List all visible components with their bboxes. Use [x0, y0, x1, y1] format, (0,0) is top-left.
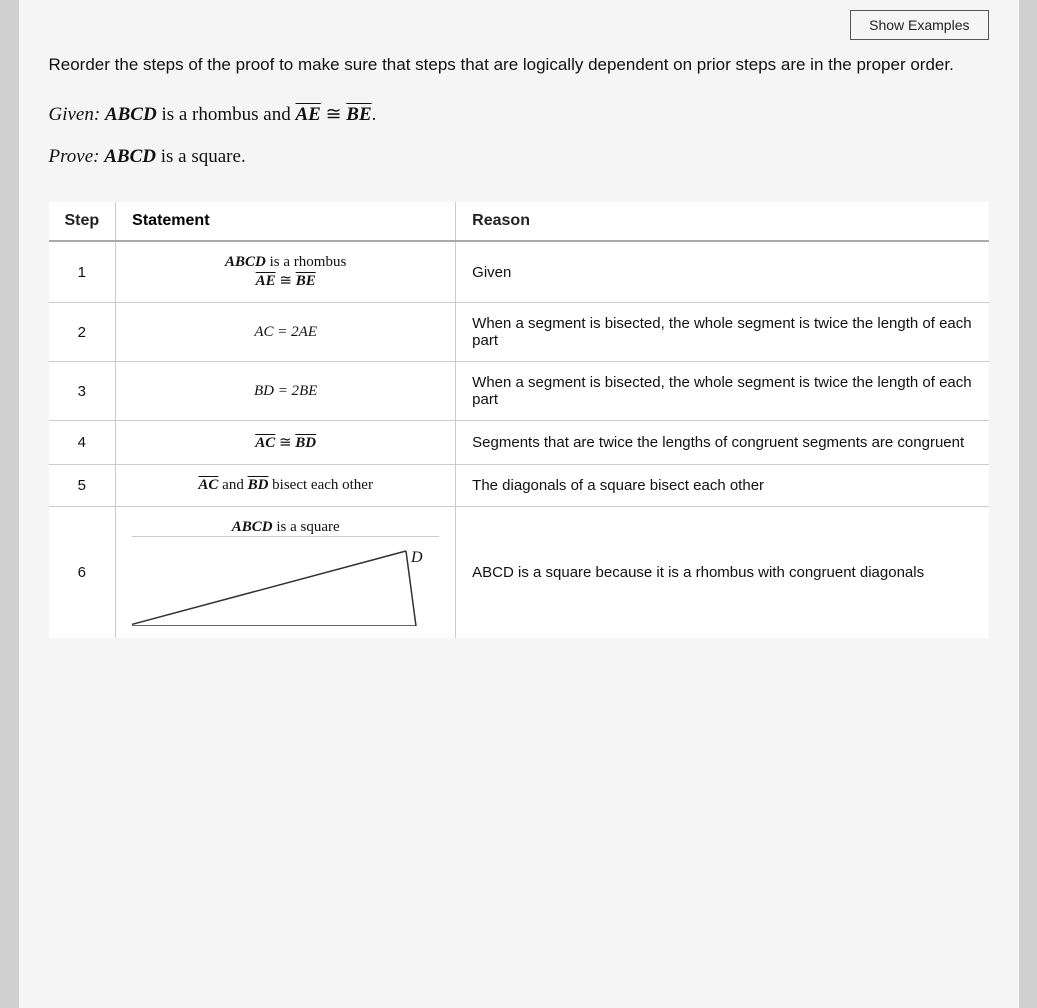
header-reason: Reason: [456, 202, 989, 241]
statement-5-text: AC and BD bisect each other: [198, 477, 373, 493]
diagram-svg: D A: [132, 546, 439, 626]
reason-3: When a segment is bisected, the whole se…: [456, 362, 989, 421]
statement-2: AC = 2AE: [116, 303, 456, 362]
statement-2-text: AC = 2AE: [254, 324, 317, 340]
table-row: 5 AC and BD bisect each other The diagon…: [49, 465, 989, 507]
step-2: 2: [49, 303, 116, 362]
reason-5: The diagonals of a square bisect each ot…: [456, 465, 989, 507]
step-5: 5: [49, 465, 116, 507]
statement-3: BD = 2BE: [116, 362, 456, 421]
prove-statement: Prove: ABCD is a square.: [49, 142, 989, 172]
proof-table: Step Statement Reason 1 ABCD is a rhombu…: [49, 202, 989, 638]
header-step: Step: [49, 202, 116, 241]
reason-6: ABCD is a square because it is a rhombus…: [456, 507, 989, 639]
step-6: 6: [49, 507, 116, 639]
table-row: 2 AC = 2AE When a segment is bisected, t…: [49, 303, 989, 362]
statement-1: ABCD is a rhombus AE ≅ BE: [116, 241, 456, 303]
prove-label: Prove:: [49, 146, 100, 167]
given-prove-section: Given: ABCD is a rhombus and AE ≅ BE. Pr…: [49, 100, 989, 173]
given-statement: Given: ABCD is a rhombus and AE ≅ BE.: [49, 100, 989, 130]
reason-2: When a segment is bisected, the whole se…: [456, 303, 989, 362]
step-4: 4: [49, 421, 116, 465]
statement-5: AC and BD bisect each other: [116, 465, 456, 507]
instruction-text: Reorder the steps of the proof to make s…: [49, 52, 989, 78]
diagram-area: D A: [132, 536, 439, 626]
svg-text:D: D: [410, 549, 423, 566]
table-row: 1 ABCD is a rhombus AE ≅ BE Given: [49, 241, 989, 303]
given-label: Given:: [49, 104, 101, 125]
step-3: 3: [49, 362, 116, 421]
page: Show Examples Reorder the steps of the p…: [19, 0, 1019, 1008]
statement-4: AC ≅ BD: [116, 421, 456, 465]
statement-3-text: BD = 2BE: [254, 383, 317, 399]
statement-4-text: AC ≅ BD: [255, 435, 316, 451]
header-statement: Statement: [116, 202, 456, 241]
statement-6: ABCD is a square D A: [116, 507, 456, 639]
prove-content: ABCD is a square.: [104, 146, 245, 167]
table-row: 3 BD = 2BE When a segment is bisected, t…: [49, 362, 989, 421]
given-content: ABCD is a rhombus and AE ≅ BE.: [105, 104, 376, 125]
show-examples-button[interactable]: Show Examples: [850, 10, 988, 40]
statement-6-text: ABCD is a square: [232, 519, 340, 535]
statement-1-text: ABCD is a rhombus AE ≅ BE: [225, 254, 346, 289]
table-row: 6 ABCD is a square D A: [49, 507, 989, 639]
step-1: 1: [49, 241, 116, 303]
reason-1: Given: [456, 241, 989, 303]
top-bar: Show Examples: [49, 10, 989, 40]
table-row: 4 AC ≅ BD Segments that are twice the le…: [49, 421, 989, 465]
reason-4: Segments that are twice the lengths of c…: [456, 421, 989, 465]
